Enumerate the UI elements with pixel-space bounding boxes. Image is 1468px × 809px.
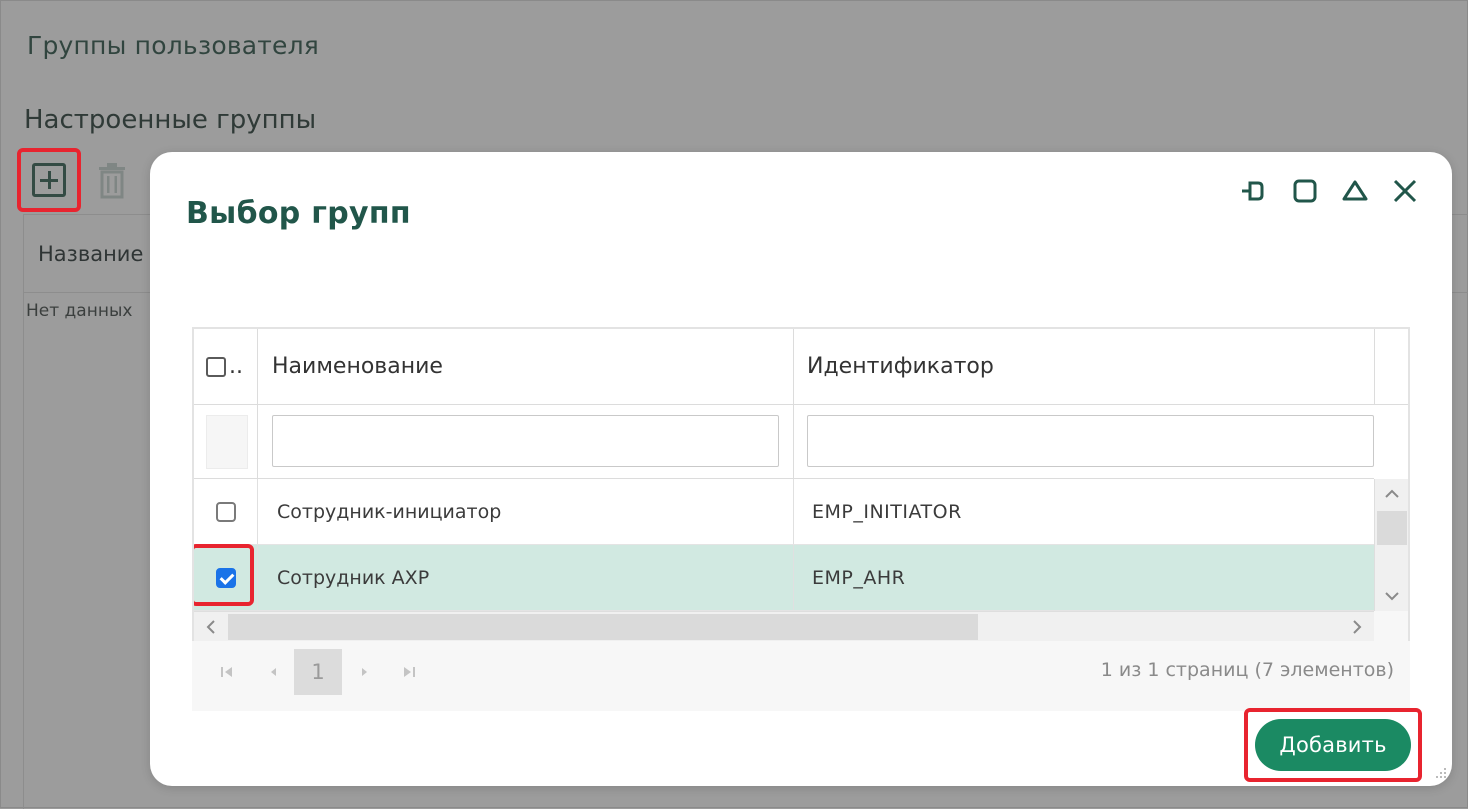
header-check-label: .. [229, 354, 243, 379]
horizontal-scroll-thumb[interactable] [228, 614, 978, 640]
close-icon [1393, 179, 1417, 203]
plus-square-icon [32, 163, 66, 197]
pager-info: 1 из 1 страниц (7 элементов) [1100, 659, 1394, 681]
highlight-frame [194, 544, 254, 606]
scroll-down-icon[interactable] [1375, 581, 1408, 611]
filter-name-input[interactable] [272, 415, 779, 467]
groups-grid: .. Наименование Идентификатор Сотрудник-… [192, 327, 1410, 641]
filter-stub [206, 415, 248, 469]
triangle-up-icon [1342, 180, 1368, 201]
next-page-icon[interactable] [342, 649, 388, 695]
collapse-button[interactable] [1330, 176, 1380, 206]
maximize-icon [1293, 179, 1317, 203]
scroll-corner [1374, 611, 1408, 641]
row-checkbox[interactable] [215, 501, 236, 522]
vertical-scrollbar[interactable] [1374, 479, 1408, 611]
section-title: Настроенные группы [24, 105, 317, 135]
trash-icon[interactable] [97, 163, 127, 199]
filter-id-input[interactable] [807, 415, 1374, 467]
add-button[interactable]: Добавить [1255, 719, 1411, 771]
page-title: Группы пользователя [27, 31, 320, 60]
scroll-left-icon[interactable] [196, 612, 226, 642]
dialog-controls [1230, 176, 1430, 206]
select-all-checkbox[interactable] [206, 356, 226, 377]
group-select-dialog: Выбор групп .. Наименование Идентификато… [150, 152, 1452, 786]
dialog-title: Выбор групп [186, 196, 411, 231]
table-row[interactable]: Сотрудник-инициатор EMP_INITIATOR [194, 479, 1374, 545]
pin-icon [1242, 181, 1264, 201]
filter-row [194, 405, 1374, 479]
column-header-id[interactable]: Идентификатор [794, 329, 1374, 404]
page-number[interactable]: 1 [294, 649, 342, 695]
select-all-header[interactable]: .. [194, 329, 258, 404]
row-name: Сотрудник АХР [258, 545, 794, 610]
pager: 1 1 из 1 страниц (7 элементов) [192, 641, 1410, 711]
maximize-button[interactable] [1280, 176, 1330, 206]
table-row[interactable]: Сотрудник АХР EMP_AHR [194, 544, 1374, 611]
highlight-frame: Добавить [1244, 708, 1422, 782]
last-page-icon[interactable] [386, 649, 432, 695]
scroll-up-icon[interactable] [1375, 479, 1408, 509]
first-page-icon[interactable] [204, 649, 250, 695]
vertical-scroll-thumb[interactable] [1377, 511, 1407, 545]
scroll-right-icon[interactable] [1342, 612, 1372, 642]
row-name: Сотрудник-инициатор [258, 479, 794, 544]
header-scroll-spacer [1374, 329, 1408, 405]
close-button[interactable] [1380, 176, 1430, 206]
grid-body: Сотрудник-инициатор EMP_INITIATOR Сотруд… [194, 479, 1374, 611]
column-header-name[interactable]: Наименование [258, 329, 794, 404]
grid-header: .. Наименование Идентификатор [194, 329, 1374, 405]
prev-page-icon[interactable] [250, 649, 296, 695]
horizontal-scrollbar[interactable] [194, 611, 1374, 641]
pin-button[interactable] [1230, 176, 1280, 206]
row-id: EMP_AHR [812, 566, 906, 589]
row-id: EMP_INITIATOR [812, 500, 962, 523]
add-group-button[interactable] [17, 148, 81, 212]
resize-grip-icon[interactable] [1432, 766, 1448, 782]
